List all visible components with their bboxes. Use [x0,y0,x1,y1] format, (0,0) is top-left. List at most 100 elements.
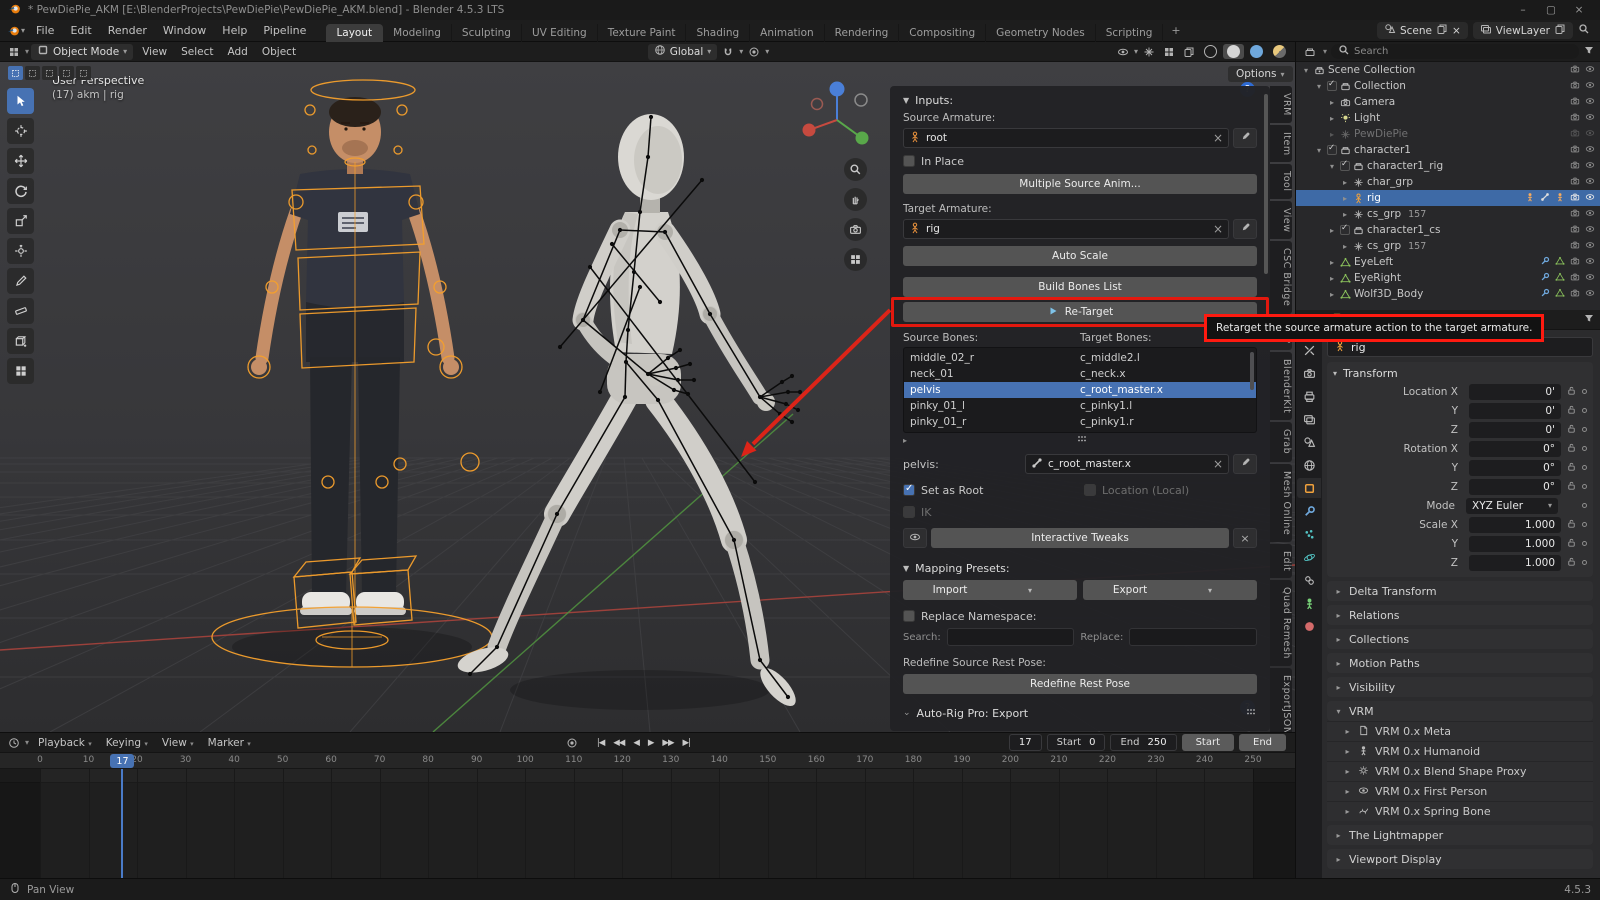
ik-checkbox[interactable]: IK [903,504,1257,520]
workspace-tab-shading[interactable]: Shading [686,24,750,42]
disable-render-icon[interactable] [1570,80,1580,93]
timeline-body[interactable] [0,769,1295,878]
jump-to-end-button[interactable]: ▶| [678,735,693,751]
auto-scale-button[interactable]: Auto Scale [903,246,1257,266]
bone-mapping-list[interactable]: middle_02_rc_middle2.lneck_01c_neck.xpel… [903,347,1257,433]
blender-app-menu-icon[interactable]: ▾ [4,23,28,38]
export-preset-dropdown[interactable]: Export▾ [1083,580,1257,600]
search-icon[interactable] [1578,23,1590,38]
props-section-vrm[interactable]: ▾VRM [1327,701,1593,721]
select-mode-3[interactable] [59,66,74,80]
sidebar-tab-csc-bridge[interactable]: CSC Bridge [1270,241,1292,313]
shading-material-icon[interactable] [1246,44,1267,59]
tool-pen-button[interactable] [7,268,34,294]
hide-eye-icon[interactable] [1585,240,1595,253]
animate-dot[interactable] [1582,503,1587,508]
tweaks-close-button[interactable]: × [1233,528,1257,548]
toggle-xray-icon[interactable] [1180,45,1198,59]
current-frame-field[interactable]: 17 [1009,734,1042,751]
navigation-gizmo[interactable] [795,76,879,163]
camera-view-icon[interactable] [844,218,867,241]
sidebar-tab-grab[interactable]: Grab [1270,422,1292,461]
outliner-row-pewdiepie[interactable]: ▸PewDiePie [1296,126,1600,142]
lock-icon[interactable] [1566,537,1577,551]
menu-pipeline[interactable]: Pipeline [255,22,314,39]
workspace-tab-compositing[interactable]: Compositing [899,24,986,42]
lock-icon[interactable] [1566,556,1577,570]
unlink-scene-icon[interactable]: × [1452,25,1461,37]
props-section-the-lightmapper[interactable]: ▸The Lightmapper [1327,825,1593,845]
target-armature-field[interactable]: rig × [903,219,1229,239]
set-as-root-checkbox[interactable]: Set as Root [903,482,1076,498]
transform-orientation-dropdown[interactable]: Global ▾ [648,44,718,60]
frame-end-field[interactable]: End250 [1110,734,1176,751]
outliner-row-rig[interactable]: ▸rig [1296,190,1600,206]
animate-dot[interactable] [1582,560,1587,565]
tool-arrow-sel-button[interactable] [7,88,34,114]
props-section-collections[interactable]: ▸Collections [1327,629,1593,649]
disable-render-icon[interactable] [1570,272,1580,285]
snap-magnet-icon[interactable] [719,45,737,59]
props-tab-sphere[interactable] [1297,616,1321,636]
timeline-menu-view[interactable]: View ▾ [155,736,201,750]
outliner-row-camera[interactable]: ▸Camera [1296,94,1600,110]
replace-namespace-checkbox[interactable]: Replace Namespace: [903,608,1257,624]
disable-render-icon[interactable] [1570,208,1580,221]
disable-render-icon[interactable] [1570,224,1580,237]
select-mode-4[interactable] [76,66,91,80]
lock-icon[interactable] [1566,480,1577,494]
tool-move-button[interactable] [7,148,34,174]
props-tab-globe[interactable] [1297,455,1321,475]
sidebar-tab-blenderkit[interactable]: BlenderKit [1270,352,1292,420]
timeline-menu-playback[interactable]: Playback ▾ [31,736,99,750]
props-section-motion-paths[interactable]: ▸Motion Paths [1327,653,1593,673]
outliner-row-wolf3d-body[interactable]: ▸Wolf3D_Body [1296,286,1600,302]
new-scene-icon[interactable] [1436,23,1448,38]
outliner-row-eyeright[interactable]: ▸EyeRight [1296,270,1600,286]
disable-render-icon[interactable] [1570,128,1580,141]
source-armature-field[interactable]: root × [903,128,1229,148]
resize-grip-icon[interactable] [1076,433,1088,448]
multiple-source-anim-button[interactable]: Multiple Source Anim... [903,174,1257,194]
target-eyedropper-button[interactable] [1233,219,1257,239]
outliner-row-char-grp[interactable]: ▸char_grp [1296,174,1600,190]
hide-eye-icon[interactable] [1585,128,1595,141]
next-keyframe-button[interactable]: ▶▶ [658,735,677,751]
hide-eye-icon[interactable] [1585,208,1595,221]
sidebar-tab-edit[interactable]: Edit [1270,544,1292,578]
disable-render-icon[interactable] [1570,176,1580,189]
bone-map-row-pinky-01-r[interactable]: pinky_01_rc_pinky1.r [904,414,1256,430]
interactive-tweaks-button[interactable]: Interactive Tweaks [931,528,1229,548]
pan-icon[interactable] [844,188,867,211]
add-workspace-button[interactable]: + [1163,22,1188,39]
show-overlays-icon[interactable] [1160,45,1178,59]
bone-map-row-middle-02-r[interactable]: middle_02_rc_middle2.l [904,350,1256,366]
hide-eye-icon[interactable] [1585,64,1595,77]
viewlayer-selector[interactable]: ViewLayer [1473,22,1573,39]
select-mode-0[interactable] [8,66,23,80]
tool-ruler-button[interactable] [7,298,34,324]
namespace-search-input[interactable] [947,628,1075,646]
list-scrollbar[interactable] [1250,352,1254,390]
transform-value-field[interactable]: 0° [1469,460,1561,476]
outliner-row-character1-rig[interactable]: ▾character1_rig [1296,158,1600,174]
workspace-tab-geometry-nodes[interactable]: Geometry Nodes [986,24,1096,42]
properties-filter-icon[interactable] [1583,312,1595,327]
props-tab-tool[interactable] [1297,340,1321,360]
tweaks-eye-button[interactable] [903,528,927,548]
toggle-grid-icon[interactable] [844,248,867,271]
hide-eye-icon[interactable] [1585,272,1595,285]
prev-keyframe-button[interactable]: ◀◀ [609,735,628,751]
animate-dot[interactable] [1582,522,1587,527]
disable-render-icon[interactable] [1570,160,1580,173]
zoom-icon[interactable] [844,158,867,181]
menu-help[interactable]: Help [214,22,255,39]
current-frame-indicator[interactable]: 17 [110,754,134,768]
vrm-subsection-vrm-0-x-first-person[interactable]: ▸VRM 0.x First Person [1327,781,1593,801]
panel-scrollbar[interactable] [1264,94,1268,274]
props-tab-person[interactable] [1297,593,1321,613]
props-section-relations[interactable]: ▸Relations [1327,605,1593,625]
collection-checkbox[interactable] [1340,161,1350,171]
pelvis-eyedropper-button[interactable] [1233,454,1257,474]
collection-checkbox[interactable] [1327,145,1337,155]
